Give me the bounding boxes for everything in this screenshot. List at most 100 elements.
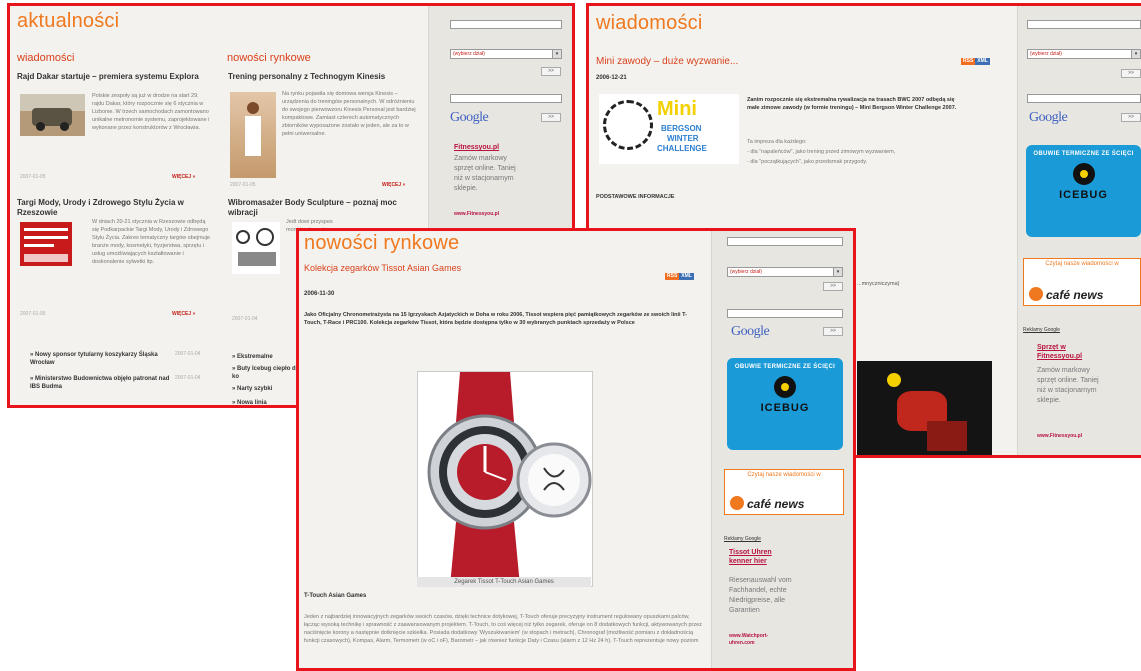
list-item[interactable]: Narty szybki: [232, 385, 302, 393]
google-search-input[interactable]: [450, 94, 562, 103]
cafe-news-banner[interactable]: Czytaj nasze wiadomości w café news: [1023, 258, 1141, 306]
google-search-button[interactable]: >>: [1121, 113, 1141, 122]
section-title-wiadomosci[interactable]: wiadomości: [17, 52, 74, 64]
rss-label: RSS: [961, 58, 976, 65]
google-search-input[interactable]: [727, 309, 843, 318]
section-select[interactable]: (wybierz dział) ▾: [727, 267, 843, 277]
icebug-banner[interactable]: OBUWIE TERMICZNE ZE ŚCIĘCI ICEBUG: [1026, 145, 1141, 237]
google-search-input[interactable]: [1027, 94, 1141, 103]
ad-link[interactable]: Sprzęt w Fitnessyou.pl: [1037, 343, 1097, 361]
article-date: 2006-12-21: [596, 75, 627, 81]
more-link[interactable]: WIĘCEJ »: [172, 174, 195, 180]
section-heading: T-Touch Asian Games: [304, 593, 367, 599]
article-date: 2007-01-05: [20, 311, 46, 317]
icebug-tagline: OBUWIE TERMICZNE ZE ŚCIĘCI: [1033, 151, 1134, 157]
section-select[interactable]: (wybierz dział) ▾: [1027, 49, 1141, 59]
article-thumbnail[interactable]: [232, 222, 280, 274]
article-title: Mini zawody – duże wyzwanie...: [596, 56, 739, 67]
mini-logo-line: BERGSON: [661, 124, 702, 133]
nowosci-panel: nowości rynkowe Kolekcja zegarków Tissot…: [296, 228, 856, 671]
article-date: 2007-01-05: [230, 182, 256, 188]
ad-link[interactable]: Tissot Uhren kenner hier: [729, 548, 789, 566]
ad-text: Riesenauswahl vom Fachhandel, echte Nied…: [729, 577, 792, 614]
xml-label: XML: [975, 58, 990, 65]
ad-text: Zamów markowy sprzęt online. Taniej niż …: [454, 155, 516, 192]
icebug-tagline: OBUWIE TERMICZNE ZE ŚCIĘCI: [734, 364, 836, 370]
ads-label[interactable]: Reklamy Google: [724, 536, 761, 542]
page-title: nowości rynkowe: [304, 232, 460, 254]
article-thumbnail[interactable]: [230, 92, 276, 178]
image-caption: Zegarek Tissot T-Touch Asian Games: [417, 577, 591, 587]
list-item-date: 2007-01-04: [175, 375, 201, 381]
article-line: Ta impreza dla każdego:: [747, 139, 807, 145]
article-thumbnail[interactable]: [20, 222, 72, 266]
article-title[interactable]: Rajd Dakar startuje – premiera systemu E…: [17, 72, 212, 82]
google-logo: Google: [450, 110, 489, 125]
list-item-date: 2007-01-04: [175, 351, 201, 357]
list-item[interactable]: Buty Icebug ciepło dla ko: [232, 365, 302, 381]
article-excerpt: Polskie zespoły są już w drodze na start…: [92, 93, 210, 131]
go-button[interactable]: >>: [541, 67, 561, 76]
rss-badge[interactable]: RSS XML: [665, 273, 694, 280]
search-input[interactable]: [1027, 20, 1141, 29]
article-photo[interactable]: [857, 361, 992, 455]
article-line: - dla "początkujących", jako przedsmak p…: [747, 159, 868, 165]
mini-logo-line: WINTER: [667, 134, 699, 143]
ad-url[interactable]: www.Watchport-uhren.com: [729, 633, 779, 647]
article-title[interactable]: Wibromasażer Body Sculpture – poznaj moc…: [228, 198, 423, 218]
chevron-down-icon: ▾: [552, 50, 561, 58]
article-excerpt: Na rynku pojawiła się domowa wersja Kine…: [282, 91, 416, 137]
watch-icon: [427, 372, 592, 586]
mini-logo-line: CHALLENGE: [657, 144, 707, 153]
cafe-news-tagline: Czytaj nasze wiadomości w: [1045, 261, 1119, 267]
cafe-news-logo-icon: [1029, 287, 1043, 301]
ad-url[interactable]: www.Fitnessyou.pl: [1037, 433, 1082, 439]
article-excerpt: W dniach 20-21 stycznia w Rzeszowie odbę…: [92, 219, 210, 265]
section-select[interactable]: (wybierz dział) ▾: [450, 49, 562, 59]
section-select-value: (wybierz dział): [453, 51, 485, 57]
chevron-down-icon: ▾: [1131, 50, 1140, 58]
ad-link[interactable]: Fitnessyou.pl: [454, 144, 499, 151]
search-input[interactable]: [450, 20, 562, 29]
ads-label[interactable]: Reklamy Google: [1023, 327, 1060, 333]
go-button[interactable]: >>: [1121, 69, 1141, 78]
cafe-news-tagline: Czytaj nasze wiadomości w: [747, 472, 821, 478]
google-logo: Google: [1029, 110, 1068, 125]
watch-image[interactable]: [417, 371, 593, 587]
list-item[interactable]: Ekstremalne: [232, 353, 302, 361]
article-thumbnail[interactable]: [20, 94, 85, 136]
list-item[interactable]: Ministerstwo Budownictwa objęło patronat…: [30, 375, 170, 391]
article-body: Jeden z najbardziej innowacyjnych zegark…: [304, 614, 702, 644]
more-link[interactable]: WIĘCEJ »: [382, 182, 405, 188]
xml-label: XML: [679, 273, 694, 280]
icebug-brand: ICEBUG: [1059, 189, 1108, 201]
mini-bwc-logo: Mini BERGSON WINTER CHALLENGE: [599, 94, 739, 164]
article-title[interactable]: Targi Mody, Urody i Zdrowego Stylu Życia…: [17, 198, 212, 218]
article-title[interactable]: Trening personalny z Technogym Kinesis: [228, 72, 423, 82]
google-search-button[interactable]: >>: [541, 113, 561, 122]
cafe-news-name: café news: [1046, 288, 1104, 302]
mini-logo-text: Mini: [657, 98, 697, 120]
article-line: - dla "napaleńców", jako trening przed z…: [747, 149, 896, 155]
rss-label: RSS: [665, 273, 680, 280]
list-item[interactable]: Nowy sponsor tytularny koszykarzy Śląska…: [30, 351, 170, 367]
bug-icon: [774, 376, 796, 398]
icebug-brand: ICEBUG: [760, 402, 810, 414]
google-search-button[interactable]: >>: [823, 327, 843, 336]
section-select-value: (wybierz dział): [730, 269, 762, 275]
go-button[interactable]: >>: [823, 282, 843, 291]
list-item[interactable]: Nowa linia: [232, 399, 302, 405]
cafe-news-banner[interactable]: Czytaj nasze wiadomości w café news: [724, 469, 844, 515]
page-title: aktualności: [17, 10, 120, 32]
icebug-banner[interactable]: OBUWIE TERMICZNE ZE ŚCIĘCI ICEBUG: [727, 358, 843, 450]
google-logo: Google: [731, 324, 770, 339]
section-heading: PODSTAWOWE INFORMACJE: [596, 194, 675, 200]
rss-badge[interactable]: RSS XML: [961, 58, 990, 65]
search-input[interactable]: [727, 237, 843, 246]
chevron-down-icon: ▾: [833, 268, 842, 276]
section-title-nowosci[interactable]: nowości rynkowe: [227, 52, 311, 64]
article-date: 2007-01-04: [232, 316, 258, 322]
article-text-partial: ...mnyczniczyma): [857, 281, 900, 287]
ad-url[interactable]: www.Fitnessyou.pl: [454, 211, 499, 217]
more-link[interactable]: WIĘCEJ »: [172, 311, 195, 317]
